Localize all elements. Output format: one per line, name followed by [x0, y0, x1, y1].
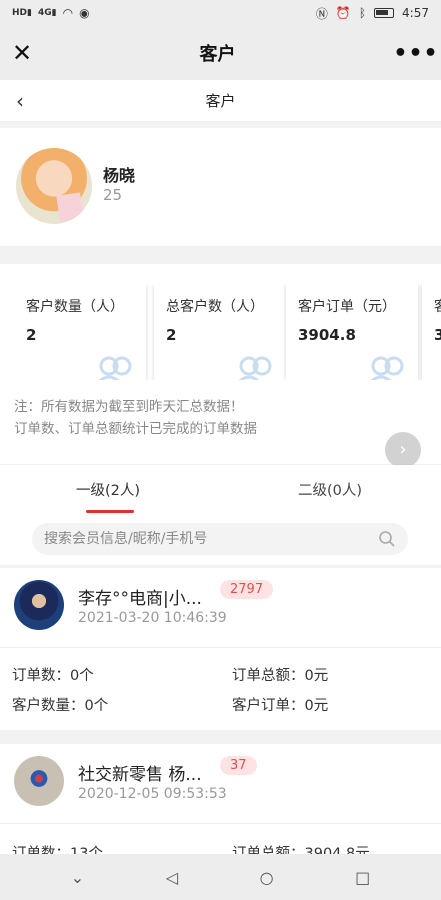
- stat-card-customer-orders: 客户订单（元） 3904.8: [286, 284, 418, 380]
- member-avatar: [14, 756, 64, 806]
- chevron-down-icon[interactable]: ⌄: [71, 868, 84, 887]
- users-icon: [98, 356, 132, 380]
- hd-signal-icon: HD▮: [12, 8, 32, 18]
- stats-cards[interactable]: 客户数量（人） 2 总客户数（人） 2 客户订单（元） 3904.8 客 3: [14, 284, 441, 380]
- member-order-total: 订单总额：0元: [232, 668, 329, 684]
- member-badge: 2797: [220, 580, 274, 599]
- users-icon: [370, 356, 404, 380]
- status-time: 4:57: [402, 6, 429, 20]
- member-card[interactable]: 社交新零售 杨... 37 2020-12-05 09:53:53 订单数：13…: [0, 744, 441, 862]
- tab-level-1[interactable]: 一级(2人): [76, 479, 140, 500]
- stat-value: 3904.8: [298, 326, 356, 344]
- member-order-count: 订单数：0个: [12, 668, 94, 684]
- status-right-icons: Ⓝ ⏰ ᛒ 4:57: [316, 5, 429, 22]
- nfc-icon: Ⓝ: [315, 6, 328, 21]
- window-title: 客户: [199, 44, 236, 65]
- member-customer-count: 客户数量：0个: [12, 698, 109, 714]
- search-icon[interactable]: [378, 530, 396, 548]
- profile-section: 杨晓 25: [0, 128, 441, 246]
- wifi-icon: ◠: [62, 6, 74, 20]
- tab-level-2[interactable]: 二级(0人): [298, 479, 362, 500]
- stats-note: 注：所有数据为截至到昨天汇总数据！ 订单数、订单总额统计已完成的订单数据: [14, 396, 257, 440]
- member-card[interactable]: 李存°°电商|小... 2797 2021-03-20 10:46:39 订单数…: [0, 568, 441, 730]
- back-chevron-icon[interactable]: ‹: [0, 89, 40, 113]
- active-tab-indicator: [86, 510, 134, 513]
- note-line-2: 订单数、订单总额统计已完成的订单数据: [14, 421, 257, 437]
- member-name: 社交新零售 杨...: [78, 765, 202, 785]
- home-circle-icon[interactable]: ○: [260, 868, 274, 887]
- stat-card-total-customers: 总客户数（人） 2: [154, 284, 286, 380]
- status-bar: HD▮ 4G▮ ◠ ◉ Ⓝ ⏰ ᛒ 4:57: [0, 0, 441, 26]
- page-title: 客户: [205, 92, 236, 110]
- search-input[interactable]: [44, 531, 378, 547]
- member-date: 2021-03-20 10:46:39: [78, 610, 227, 626]
- page-nav-bar: ‹ 客户: [0, 80, 441, 122]
- member-date: 2020-12-05 09:53:53: [78, 786, 227, 802]
- member-header: 李存°°电商|小... 2797 2021-03-20 10:46:39: [0, 568, 441, 648]
- profile-avatar: [16, 148, 92, 224]
- back-triangle-icon[interactable]: ◁: [166, 868, 178, 887]
- search-bar: [32, 523, 408, 555]
- status-left-icons: HD▮ 4G▮ ◠ ◉: [12, 6, 90, 20]
- stat-label: 客户数量（人）: [26, 299, 124, 315]
- system-nav-bar: ⌄ ◁ ○ □: [0, 854, 441, 900]
- member-avatar: [14, 580, 64, 630]
- alarm-icon: ⏰: [335, 6, 351, 20]
- stat-value: 3: [434, 326, 441, 344]
- stat-card-partial: 客 3: [422, 284, 441, 380]
- wechat-title-bar: ✕ 客户 •••: [0, 26, 441, 80]
- users-icon: [238, 356, 272, 380]
- close-icon[interactable]: ✕: [0, 39, 44, 67]
- more-options-icon[interactable]: •••: [391, 41, 441, 66]
- stat-label: 总客户数（人）: [166, 299, 264, 315]
- stat-value: 2: [166, 326, 177, 344]
- member-badge: 37: [220, 756, 257, 775]
- stat-label: 客户订单（元）: [298, 299, 396, 315]
- bluetooth-icon: ᛒ: [358, 6, 367, 20]
- level-tabs-section: 一级(2人) 二级(0人): [0, 465, 441, 565]
- profile-number: 25: [103, 186, 123, 204]
- member-header: 社交新零售 杨... 37 2020-12-05 09:53:53: [0, 744, 441, 824]
- note-line-1: 注：所有数据为截至到昨天汇总数据！: [14, 399, 244, 415]
- stat-card-customer-count: 客户数量（人） 2: [14, 284, 146, 380]
- recents-square-icon[interactable]: □: [355, 868, 370, 887]
- stat-label: 客: [434, 296, 441, 316]
- stat-value: 2: [26, 326, 37, 344]
- member-name: 李存°°电商|小...: [78, 589, 202, 609]
- scroll-right-arrow-icon[interactable]: ›: [385, 432, 421, 468]
- eye-icon: ◉: [79, 6, 90, 20]
- stats-section: 客户数量（人） 2 总客户数（人） 2 客户订单（元） 3904.8 客 3 注…: [0, 264, 441, 468]
- battery-icon: [374, 8, 395, 18]
- profile-name: 杨晓: [103, 166, 136, 185]
- 4g-signal-icon: 4G▮: [37, 8, 57, 18]
- member-customer-order: 客户订单：0元: [232, 698, 329, 714]
